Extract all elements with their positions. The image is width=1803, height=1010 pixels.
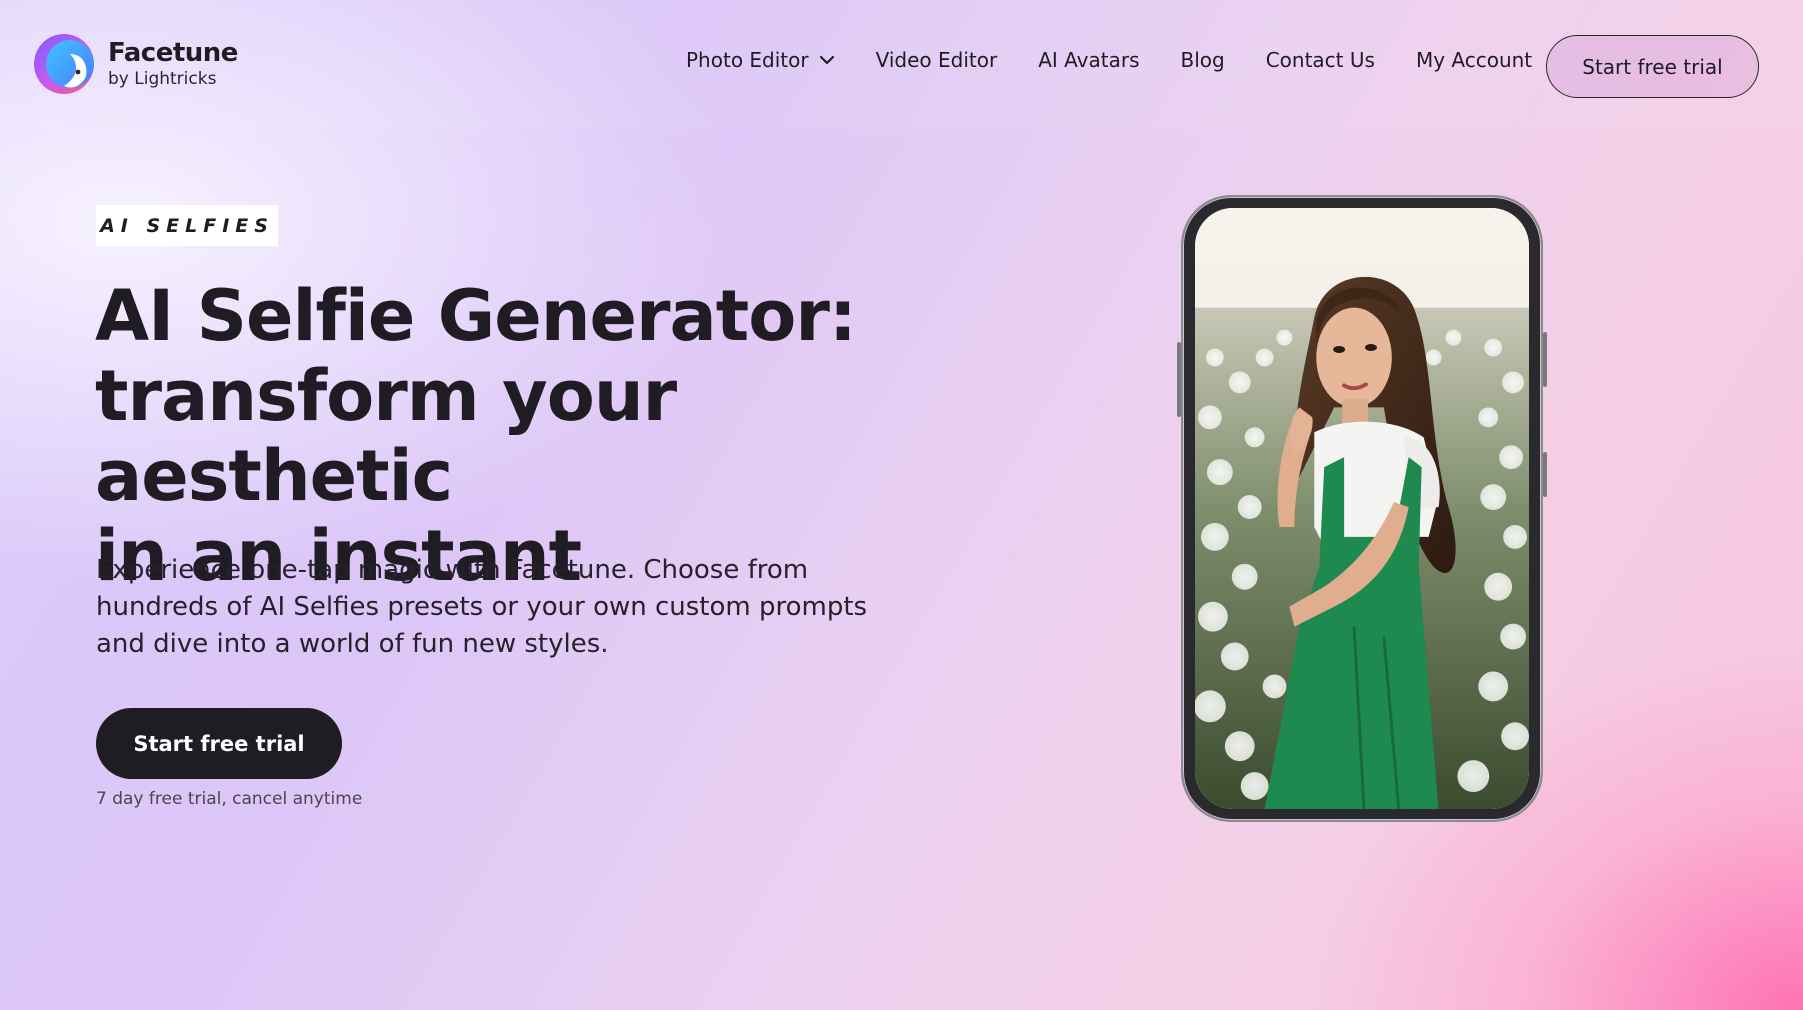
title-line: AI Selfie Generator: <box>95 275 857 357</box>
trial-note: 7 day free trial, cancel anytime <box>96 789 363 809</box>
selfie-preview-image <box>1195 208 1529 809</box>
nav-item-video-editor[interactable]: Video Editor <box>876 48 998 72</box>
nav-item-label: Video Editor <box>875 48 998 72</box>
eyebrow-badge: AI SELFIES <box>96 205 278 246</box>
nav-item-blog[interactable]: Blog <box>1180 48 1224 72</box>
nav-item-photo-editor[interactable]: Photo Editor <box>686 48 835 72</box>
brand-subtitle: by Lightricks <box>108 69 217 89</box>
nav-item-label: My Account <box>1415 48 1533 72</box>
header-start-trial-button[interactable]: Start free trial <box>1546 35 1759 98</box>
main-nav: Photo Editor Video Editor AI Avatars Blo… <box>686 48 1532 72</box>
nav-item-contact-us[interactable]: Contact Us <box>1266 48 1375 72</box>
start-free-trial-button[interactable]: Start free trial <box>96 708 342 779</box>
site-header: Facetune by Lightricks Photo Editor Vide… <box>0 0 1803 130</box>
nav-item-ai-avatars[interactable]: AI Avatars <box>1038 48 1139 72</box>
nav-item-my-account[interactable]: My Account <box>1416 48 1532 72</box>
hero-description: Experience one-tap magic with Facetune. … <box>96 555 868 659</box>
chevron-down-icon <box>819 55 834 65</box>
brand-name: Facetune <box>108 38 238 68</box>
title-line: transform your aesthetic <box>95 355 677 517</box>
phone-side-button <box>1543 332 1547 387</box>
phone-side-button <box>1543 452 1547 497</box>
nav-item-label: AI Avatars <box>1038 48 1140 72</box>
phone-side-button <box>1177 342 1181 417</box>
phone-mockup <box>1177 195 1547 822</box>
brand-logo[interactable]: Facetune by Lightricks <box>30 32 238 96</box>
nav-item-label: Contact Us <box>1265 48 1375 72</box>
nav-item-label: Blog <box>1180 48 1225 72</box>
page-title: AI Selfie Generator: transform your aest… <box>95 276 995 596</box>
facetune-logo-icon <box>30 32 102 96</box>
nav-item-label: Photo Editor <box>686 48 809 72</box>
